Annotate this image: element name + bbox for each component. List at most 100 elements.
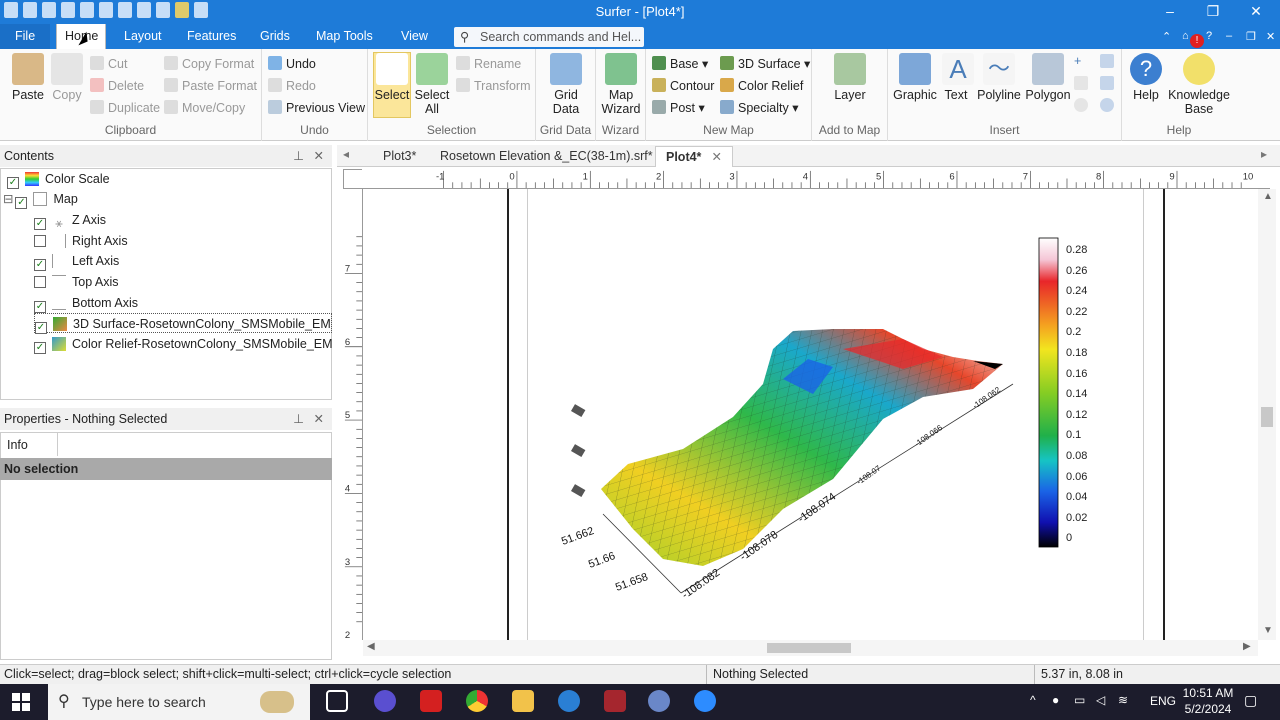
- tree-item-color-scale[interactable]: ✓ Color Scale: [7, 169, 110, 189]
- tree-item-top-axis[interactable]: Top Axis: [34, 272, 119, 292]
- grid-data-button[interactable]: Grid Data: [544, 53, 588, 116]
- paste-button[interactable]: Paste: [8, 53, 48, 102]
- knowledge-base-button[interactable]: Knowledge Base: [1168, 53, 1230, 116]
- copy-button[interactable]: Copy: [50, 53, 84, 102]
- clock-date[interactable]: 5/2/2024: [1178, 702, 1238, 716]
- scroll-right-icon[interactable]: ▶: [1243, 641, 1251, 652]
- base-button[interactable]: Base ▾: [652, 56, 708, 71]
- pin-icon[interactable]: ⊥: [293, 145, 304, 167]
- close-panel-icon[interactable]: ✕: [314, 408, 324, 430]
- maximize-button[interactable]: ❐: [1198, 3, 1228, 20]
- tree-item-map[interactable]: ⊟ ✓ Map: [3, 189, 78, 209]
- rounded-rect-button[interactable]: [1100, 76, 1118, 91]
- tab-file[interactable]: File: [0, 24, 50, 49]
- doc-tab-rosetown-elevation[interactable]: Rosetown Elevation &_EC(38-1m).srf*: [430, 146, 663, 167]
- network-icon[interactable]: ▭: [1074, 693, 1085, 707]
- task-view-icon[interactable]: [326, 690, 348, 712]
- volume-icon[interactable]: ◁: [1096, 693, 1105, 707]
- tab-map-tools[interactable]: Map Tools: [308, 24, 381, 49]
- tab-features[interactable]: Features: [179, 24, 244, 49]
- tab-scroll-right-icon[interactable]: ▸: [1261, 147, 1267, 161]
- tree-item-bottom-axis[interactable]: ✓ Bottom Axis: [34, 293, 138, 313]
- show-hidden-icons[interactable]: ^: [1030, 693, 1036, 707]
- scroll-up-icon[interactable]: ▲: [1263, 191, 1273, 202]
- doc-minimize-icon[interactable]: –: [1226, 30, 1232, 42]
- surface-plot[interactable]: -108.082-108.078-108.074-108.07-108.066-…: [363, 189, 1258, 640]
- microphone-icon[interactable]: ●: [1052, 693, 1059, 707]
- language-indicator[interactable]: ENG: [1150, 694, 1176, 708]
- specialty-button[interactable]: Specialty ▾: [720, 100, 798, 115]
- tab-scroll-left-icon[interactable]: ◂: [343, 147, 349, 161]
- clock-time[interactable]: 10:51 AM: [1178, 686, 1238, 700]
- chrome-icon[interactable]: [466, 690, 488, 712]
- wifi-icon[interactable]: ≋: [1118, 693, 1128, 707]
- text-button[interactable]: A Text: [942, 53, 974, 102]
- contour-button[interactable]: Contour: [652, 78, 714, 93]
- point-button[interactable]: [1074, 98, 1092, 113]
- horizontal-scrollbar[interactable]: ◀ ▶: [363, 640, 1258, 656]
- tree-item-color-relief[interactable]: ✓ Color Relief-RosetownColony_SMSMobile_E…: [34, 334, 333, 354]
- file-explorer-icon[interactable]: [512, 690, 534, 712]
- polyline-button[interactable]: 〜 Polyline: [976, 53, 1022, 102]
- tree-item-z-axis[interactable]: ✓ ⚹ Z Axis: [34, 210, 106, 230]
- delete-button[interactable]: Delete: [90, 78, 144, 93]
- checkbox[interactable]: ✓: [34, 259, 46, 271]
- surfer-taskbar-icon[interactable]: [648, 690, 670, 712]
- redo-button[interactable]: Redo: [268, 78, 316, 93]
- rectangle-button[interactable]: [1100, 54, 1118, 69]
- taskbar-search[interactable]: ⚲ Type here to search: [48, 684, 310, 720]
- move-copy-button[interactable]: Move/Copy: [164, 100, 245, 115]
- horizontal-scroll-thumb[interactable]: [767, 643, 851, 653]
- doc-tab-plot3[interactable]: Plot3*: [373, 146, 426, 167]
- layer-button[interactable]: Layer: [830, 53, 870, 102]
- scroll-down-icon[interactable]: ▼: [1263, 625, 1273, 636]
- polygon-button[interactable]: Polygon: [1024, 53, 1072, 102]
- tree-item-right-axis[interactable]: Right Axis: [34, 231, 128, 251]
- symbol-button[interactable]: +: [1074, 54, 1081, 68]
- post-button[interactable]: Post ▾: [652, 100, 705, 115]
- graphic-button[interactable]: Graphic: [892, 53, 938, 102]
- 3d-surface-button[interactable]: 3D Surface ▾: [720, 56, 810, 71]
- outlook-icon[interactable]: [558, 690, 580, 712]
- tab-view[interactable]: View: [393, 24, 436, 49]
- close-tab-icon[interactable]: ✕: [711, 150, 721, 164]
- map-wizard-button[interactable]: Map Wizard: [600, 53, 642, 116]
- collapse-ribbon-icon[interactable]: ⌃: [1162, 30, 1171, 43]
- transform-button[interactable]: Transform: [456, 78, 531, 93]
- cut-button[interactable]: Cut: [90, 56, 127, 71]
- checkbox[interactable]: ✓: [34, 218, 46, 230]
- checkbox[interactable]: ✓: [34, 342, 46, 354]
- notifications-icon[interactable]: ⌂: [1182, 30, 1189, 42]
- search-commands-box[interactable]: ⚲ Search commands and Hel...: [454, 27, 644, 47]
- copy-format-button[interactable]: Copy Format: [164, 56, 254, 71]
- app-icon-2[interactable]: [420, 690, 442, 712]
- help-button[interactable]: ? Help: [1128, 53, 1164, 102]
- zoom-icon[interactable]: [694, 690, 716, 712]
- close-button[interactable]: ✕: [1241, 3, 1271, 20]
- vertical-scroll-thumb[interactable]: [1261, 407, 1273, 427]
- checkbox[interactable]: ✓: [34, 301, 46, 313]
- undo-button[interactable]: Undo: [268, 56, 316, 71]
- ellipse-button[interactable]: [1100, 98, 1118, 113]
- close-panel-icon[interactable]: ✕: [314, 145, 324, 167]
- paste-format-button[interactable]: Paste Format: [164, 78, 257, 93]
- doc-close-icon[interactable]: ✕: [1266, 30, 1275, 43]
- tree-item-3d-surface[interactable]: ✓ 3D Surface-RosetownColony_SMSMobile_EM: [34, 313, 332, 334]
- checkbox[interactable]: ✓: [35, 322, 47, 334]
- checkbox[interactable]: ✓: [15, 197, 28, 209]
- select-all-button[interactable]: Select All: [414, 53, 450, 116]
- pin-icon[interactable]: ⊥: [293, 408, 304, 430]
- checkbox[interactable]: [34, 235, 46, 247]
- minimize-button[interactable]: –: [1155, 3, 1185, 19]
- tab-info[interactable]: Info: [0, 432, 58, 456]
- doc-restore-icon[interactable]: ❐: [1246, 30, 1256, 43]
- scroll-left-icon[interactable]: ◀: [367, 641, 375, 652]
- previous-view-button[interactable]: Previous View: [268, 100, 365, 115]
- tab-grids[interactable]: Grids: [252, 24, 298, 49]
- checkbox[interactable]: ✓: [7, 177, 19, 189]
- tab-layout[interactable]: Layout: [116, 24, 170, 49]
- select-button[interactable]: Select: [373, 52, 411, 118]
- checkbox[interactable]: [34, 276, 46, 288]
- tree-item-left-axis[interactable]: ✓ Left Axis: [34, 251, 119, 271]
- doc-tab-plot4[interactable]: Plot4* ✕: [655, 146, 733, 167]
